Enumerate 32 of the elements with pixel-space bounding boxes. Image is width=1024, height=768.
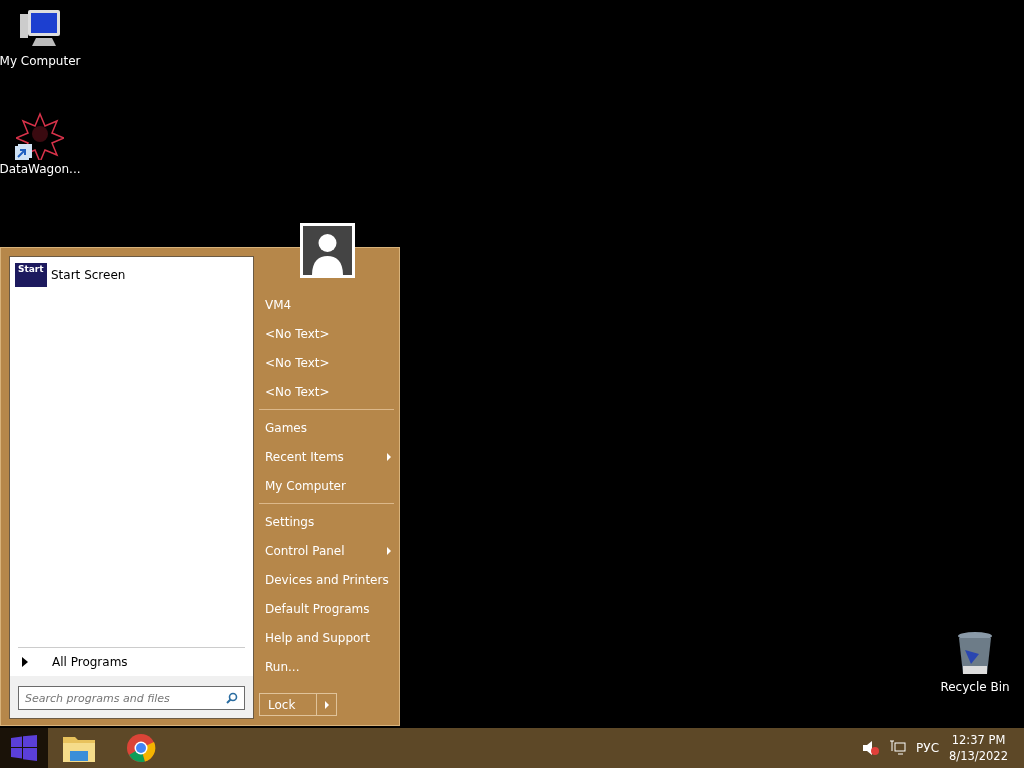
search-field[interactable]: Search programs and files [18, 686, 245, 710]
menu-item[interactable]: Default Programs [259, 594, 394, 623]
menu-item[interactable]: <No Text> [259, 319, 394, 348]
network-icon[interactable] [890, 740, 907, 756]
arrow-icon [324, 700, 329, 709]
menu-item[interactable]: <No Text> [259, 377, 394, 406]
user-avatar[interactable] [300, 223, 355, 278]
start-button[interactable] [0, 728, 48, 768]
muted-speaker-icon[interactable] [862, 740, 881, 756]
power-options-button[interactable] [317, 693, 337, 716]
menu-item[interactable]: Devices and Printers [259, 565, 394, 594]
menu-item[interactable]: My Computer [259, 471, 394, 500]
menu-item[interactable]: VM4 [259, 290, 394, 319]
menu-item[interactable]: Run... [259, 652, 394, 681]
windows-logo-icon [11, 735, 37, 761]
menu-item[interactable]: Games [259, 413, 394, 442]
chrome-icon[interactable] [126, 733, 156, 763]
start-menu-item[interactable]: Start Start Screen [15, 263, 248, 287]
menu-item[interactable]: Settings [259, 507, 394, 536]
start-tile-icon: Start [15, 263, 47, 287]
clock[interactable]: 12:37 PM 8/13/2022 [949, 732, 1008, 764]
desktop-icon-label[interactable]: DataWagon... [0, 162, 81, 176]
desktop-icon-label[interactable]: Recycle Bin [940, 680, 1010, 694]
triangle-icon [22, 657, 28, 667]
menu-item[interactable]: <No Text> [259, 348, 394, 377]
menu-item[interactable]: Recent Items [259, 442, 394, 471]
menu-item[interactable]: Help and Support [259, 623, 394, 652]
lock-button[interactable]: Lock [259, 693, 317, 716]
desktop-icon-label[interactable]: My Computer [0, 54, 81, 68]
language-indicator[interactable]: РУС [916, 741, 940, 755]
menu-item[interactable]: Control Panel [259, 536, 394, 565]
search-icon [226, 692, 238, 704]
